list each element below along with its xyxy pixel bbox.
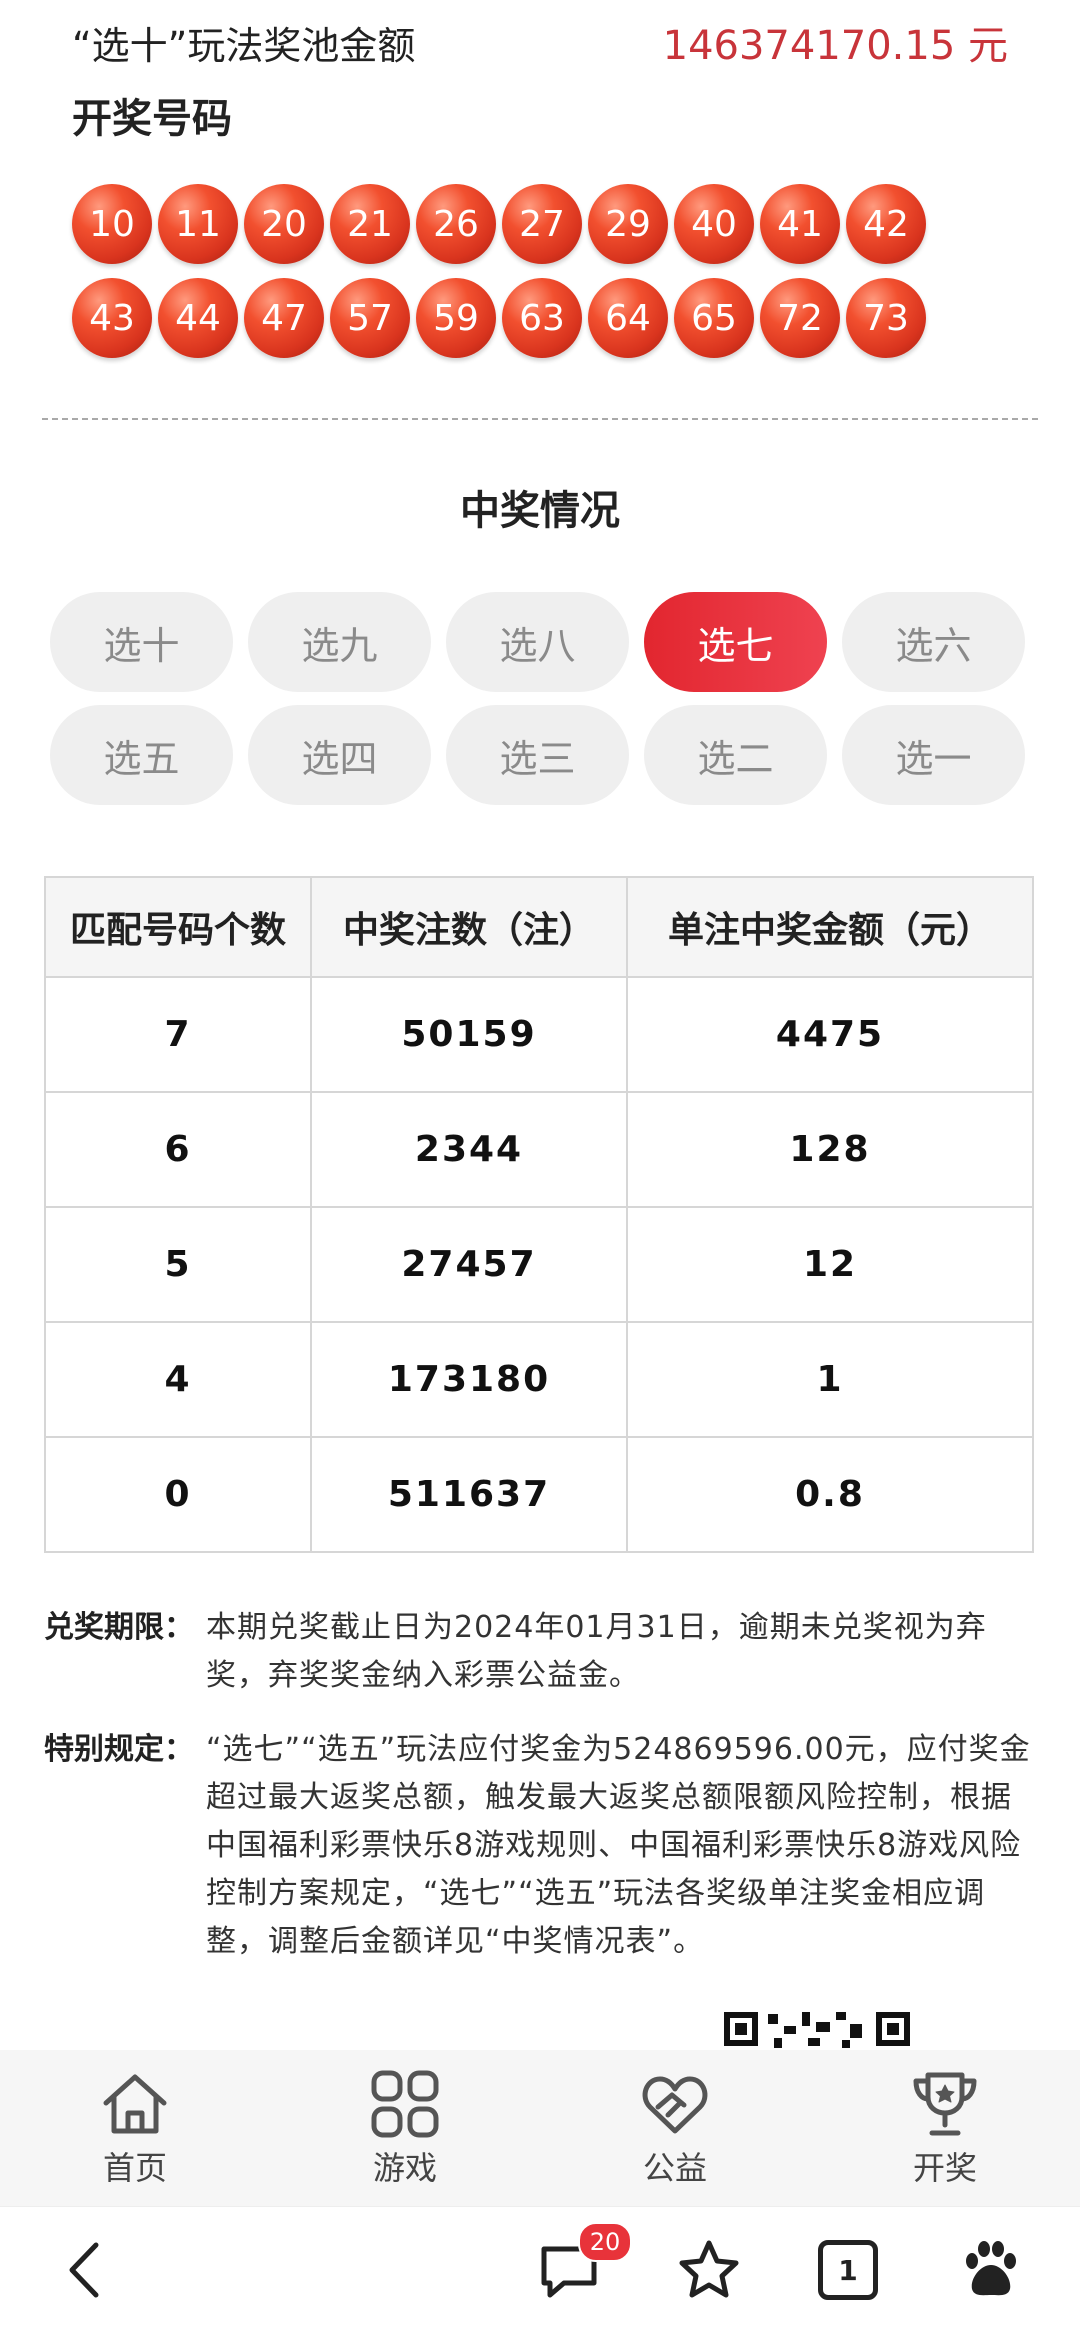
cell-winning-bets: 50159	[310, 976, 628, 1093]
cell-match-count: 4	[44, 1321, 312, 1438]
trophy-icon	[913, 2072, 977, 2136]
cell-winning-bets: 27457	[310, 1206, 628, 1323]
number-ball: 63	[502, 278, 582, 358]
number-ball: 72	[760, 278, 840, 358]
tab-xuan-er[interactable]: 选二	[644, 705, 827, 805]
browser-toolbar: 1	[0, 2206, 1080, 2332]
number-ball: 57	[330, 278, 410, 358]
number-ball: 10	[72, 184, 152, 264]
heart-hands-icon	[642, 2076, 708, 2134]
number-ball: 27	[502, 184, 582, 264]
back-icon[interactable]	[54, 2237, 120, 2303]
deadline-text: 本期兑奖截止日为2024年01月31日，逾期未兑奖视为弃奖，弃奖奖金纳入彩票公益…	[206, 1610, 987, 1693]
tab-xuan-wu[interactable]: 选五	[50, 705, 233, 805]
table-row: 5 27457 12	[44, 1206, 1034, 1323]
tab-xuan-liu[interactable]: 选六	[842, 592, 1025, 692]
cell-match-count: 7	[44, 976, 312, 1093]
draw-numbers-title: 开奖号码	[72, 96, 232, 142]
tab-xuan-qi[interactable]: 选七	[644, 592, 827, 692]
cell-winning-bets: 511637	[310, 1436, 628, 1553]
cell-match-count: 6	[44, 1091, 312, 1208]
tab-xuan-jiu[interactable]: 选九	[248, 592, 431, 692]
deadline-label: 兑奖期限：	[44, 1610, 194, 1645]
tab-xuan-ba[interactable]: 选八	[446, 592, 629, 692]
tab-xuan-san[interactable]: 选三	[446, 705, 629, 805]
cell-prize-amount: 128	[626, 1091, 1034, 1208]
number-ball: 40	[674, 184, 754, 264]
header-winning-bets: 中奖注数（注）	[310, 876, 628, 978]
redemption-deadline-note: 兑奖期限： 本期兑奖截止日为2024年01月31日，逾期未兑奖视为弃奖，弃奖奖金…	[44, 1604, 1036, 1700]
number-ball: 44	[158, 278, 238, 358]
tab-xuan-shi[interactable]: 选十	[50, 592, 233, 692]
special-rule-text: “选七”“选五”玩法应付奖金为524869596.00元，应付奖金超过最大返奖总…	[206, 1732, 1031, 1959]
number-ball: 21	[330, 184, 410, 264]
tab-home-label: 首页	[102, 2149, 167, 2187]
cell-match-count: 0	[44, 1436, 312, 1553]
table-row: 7 50159 4475	[44, 976, 1034, 1093]
table-row: 4 173180 1	[44, 1321, 1034, 1438]
tab-results[interactable]: 开奖	[810, 2050, 1080, 2206]
cell-prize-amount: 4475	[626, 976, 1034, 1093]
number-ball: 73	[846, 278, 926, 358]
cell-prize-amount: 1	[626, 1321, 1034, 1438]
qr-code-icon	[724, 2012, 910, 2048]
header-prize-amount: 单注中奖金额（元）	[626, 876, 1034, 978]
number-ball: 26	[416, 184, 496, 264]
home-icon	[103, 2074, 167, 2134]
cell-prize-amount: 12	[626, 1206, 1034, 1323]
tab-xuan-yi[interactable]: 选一	[842, 705, 1025, 805]
number-ball: 29	[588, 184, 668, 264]
tab-count-button[interactable]: 1	[818, 2240, 878, 2300]
tab-charity[interactable]: 公益	[540, 2050, 810, 2206]
cell-prize-amount: 0.8	[626, 1436, 1034, 1553]
number-ball: 41	[760, 184, 840, 264]
grid-icon	[371, 2070, 439, 2138]
number-ball: 65	[674, 278, 754, 358]
star-icon[interactable]	[676, 2237, 742, 2303]
tab-home[interactable]: 首页	[0, 2050, 270, 2206]
table-header-row: 匹配号码个数 中奖注数（注） 单注中奖金额（元）	[44, 876, 1034, 978]
tab-games[interactable]: 游戏	[270, 2050, 540, 2206]
paw-icon[interactable]	[958, 2237, 1024, 2303]
header-match-count: 匹配号码个数	[44, 876, 312, 978]
pool-label: “选十”玩法奖池金额	[72, 23, 416, 68]
dashed-divider	[42, 418, 1038, 420]
prize-pool-row: “选十”玩法奖池金额 146374170.15 元	[72, 12, 1008, 72]
tab-charity-label: 公益	[642, 2149, 707, 2187]
ball-row-1: 10 11 20 21 26 27 29 40 41 42	[72, 184, 932, 278]
special-rule-label: 特别规定：	[44, 1732, 194, 1767]
ball-row-2: 43 44 47 57 59 63 64 65 72 73	[72, 278, 932, 372]
table-row: 0 511637 0.8	[44, 1436, 1034, 1553]
number-ball: 20	[244, 184, 324, 264]
table-row: 6 2344 128	[44, 1091, 1034, 1208]
number-ball: 59	[416, 278, 496, 358]
prize-table: 匹配号码个数 中奖注数（注） 单注中奖金额（元） 7 50159 4475 6 …	[44, 876, 1034, 1553]
play-type-tabs: 选十 选九 选八 选七 选六 选五 选四 选三 选二 选一	[50, 592, 1040, 805]
number-ball: 43	[72, 278, 152, 358]
number-ball: 42	[846, 184, 926, 264]
tab-results-label: 开奖	[912, 2149, 977, 2187]
tab-xuan-si[interactable]: 选四	[248, 705, 431, 805]
cell-winning-bets: 173180	[310, 1321, 628, 1438]
cell-winning-bets: 2344	[310, 1091, 628, 1208]
pool-amount: 146374170.15 元	[662, 23, 1008, 69]
draw-numbers: 10 11 20 21 26 27 29 40 41 42 43 44 47 5…	[72, 184, 932, 372]
number-ball: 47	[244, 278, 324, 358]
comment-count-badge: 20	[578, 2222, 632, 2262]
special-rule-note: 特别规定： “选七”“选五”玩法应付奖金为524869596.00元，应付奖金超…	[44, 1726, 1036, 1966]
prize-section-title: 中奖情况	[460, 488, 620, 534]
number-ball: 11	[158, 184, 238, 264]
number-ball: 64	[588, 278, 668, 358]
app-tab-bar: 首页 游戏 公益 开奖	[0, 2050, 1080, 2206]
cell-match-count: 5	[44, 1206, 312, 1323]
tab-games-label: 游戏	[372, 2149, 437, 2187]
